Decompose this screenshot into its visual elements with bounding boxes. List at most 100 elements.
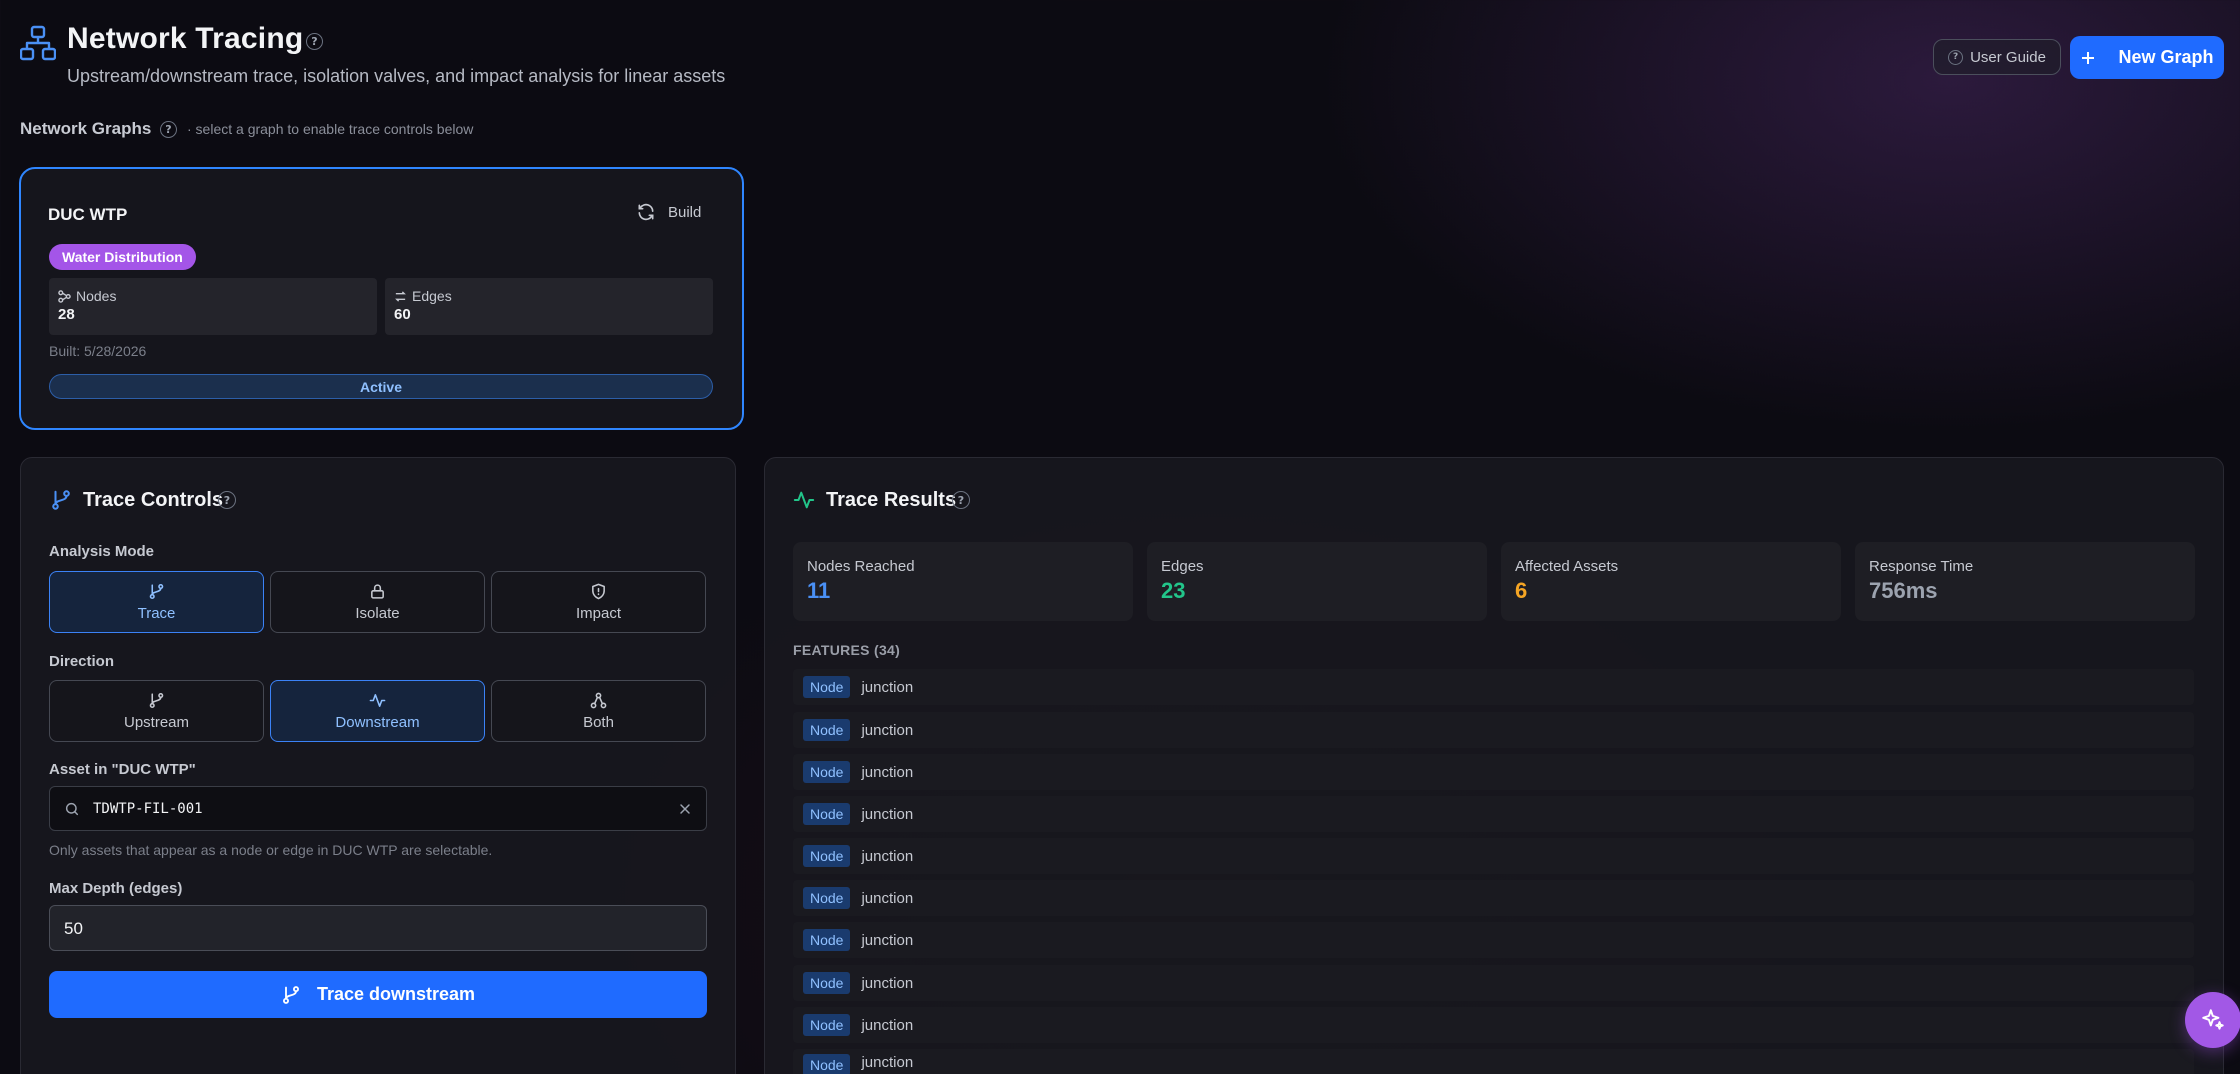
metric-value: 756ms — [1869, 578, 1938, 603]
nodes-value: 28 — [58, 306, 75, 323]
metric-nodes-reached: Nodes Reached 11 — [793, 542, 1133, 621]
lock-icon — [371, 583, 384, 599]
feature-row[interactable]: Node junction — [793, 880, 2194, 916]
feature-text: junction — [861, 763, 914, 781]
help-icon[interactable]: ? — [218, 491, 236, 509]
feature-text: junction — [861, 678, 914, 696]
help-icon[interactable]: ? — [952, 491, 970, 509]
node-tag: Node — [803, 929, 851, 951]
metric-value: 23 — [1161, 578, 1186, 603]
mode-impact-button[interactable]: Impact — [491, 571, 706, 633]
user-guide-button[interactable]: ? User Guide — [1933, 39, 2061, 75]
mode-isolate-button[interactable]: Isolate — [270, 571, 485, 633]
shield-icon — [592, 583, 605, 599]
trace-controls-title: Trace Controls — [83, 489, 224, 511]
direction-downstream-label: Downstream — [335, 713, 420, 731]
feature-text: junction — [861, 1016, 914, 1034]
feature-text: junction — [861, 931, 914, 949]
git-branch-icon — [282, 985, 299, 1004]
trace-downstream-label: Trace downstream — [316, 984, 476, 1004]
asset-hint: Only assets that appear as a node or edg… — [49, 842, 493, 858]
mode-isolate-label: Isolate — [355, 604, 400, 622]
metric-value: 6 — [1515, 578, 1528, 603]
trace-results-title: Trace Results — [826, 489, 957, 511]
help-icon[interactable]: ? — [306, 33, 323, 50]
feature-text: junction — [861, 805, 914, 823]
metric-label: Response Time — [1869, 558, 1974, 575]
feature-row[interactable]: Node junction — [793, 838, 2194, 874]
metric-response-time: Response Time 756ms — [1855, 542, 2195, 621]
activity-icon — [793, 491, 815, 509]
feature-text: junction — [861, 974, 914, 992]
edges-label: Edges — [412, 288, 452, 304]
feature-text: junction — [861, 847, 914, 865]
page-subtitle: Upstream/downstream trace, isolation val… — [67, 66, 726, 86]
metric-affected-assets: Affected Assets 6 — [1501, 542, 1841, 621]
node-tag: Node — [803, 845, 851, 867]
asset-value: TDWTP-FIL-001 — [93, 801, 203, 817]
feature-row[interactable]: Node junction — [793, 712, 2194, 748]
new-graph-button[interactable]: New Graph — [2070, 36, 2224, 79]
node-tag: Node — [803, 676, 851, 698]
feature-row[interactable]: Node junction — [793, 922, 2194, 958]
node-tag: Node — [803, 1014, 851, 1036]
nodes-label: Nodes — [76, 288, 117, 304]
nodes-stat: Nodes 28 — [49, 278, 377, 335]
clear-icon[interactable] — [677, 801, 693, 817]
git-branch-icon — [149, 692, 164, 708]
asset-search-input[interactable]: TDWTP-FIL-001 — [49, 786, 707, 831]
graph-name: DUC WTP — [48, 205, 128, 224]
network-graphs-hint: · select a graph to enable trace control… — [187, 121, 474, 137]
node-tag: Node — [803, 761, 851, 783]
feature-row[interactable]: Node junction — [793, 965, 2194, 1001]
feature-row[interactable]: Node junction — [793, 796, 2194, 832]
nodes-icon — [58, 289, 71, 303]
help-icon[interactable]: ? — [160, 121, 177, 138]
build-button[interactable]: Build — [636, 202, 701, 222]
direction-upstream-button[interactable]: Upstream — [49, 680, 264, 742]
feature-row[interactable]: Node junction — [793, 1049, 2194, 1074]
sparkles-icon — [2202, 1009, 2224, 1030]
help-icon: ? — [1948, 49, 1964, 65]
metric-label: Edges — [1161, 558, 1204, 575]
metric-label: Nodes Reached — [807, 558, 915, 575]
max-depth-label: Max Depth (edges) — [49, 880, 183, 897]
feature-text: junction — [861, 1054, 914, 1071]
direction-downstream-button[interactable]: Downstream — [270, 680, 485, 742]
mode-trace-label: Trace — [137, 604, 176, 622]
edges-stat: Edges 60 — [385, 278, 713, 335]
node-tag: Node — [803, 972, 851, 994]
metric-edges: Edges 23 — [1147, 542, 1487, 621]
node-tag: Node — [803, 887, 851, 909]
search-icon — [65, 802, 79, 816]
asset-label: Asset in "DUC WTP" — [49, 761, 196, 778]
user-guide-label: User Guide — [1970, 48, 2046, 66]
build-label: Build — [668, 203, 702, 221]
graph-type-badge: Water Distribution — [49, 244, 196, 270]
new-graph-label: New Graph — [2118, 47, 2214, 67]
feature-row[interactable]: Node junction — [793, 669, 2194, 705]
features-label: FEATURES (34) — [793, 642, 901, 658]
mode-trace-button[interactable]: Trace — [49, 571, 264, 633]
feature-row[interactable]: Node junction — [793, 1007, 2194, 1043]
git-branch-icon — [149, 583, 164, 599]
node-tag: Node — [803, 1054, 851, 1074]
activity-icon — [369, 693, 386, 707]
git-branch-icon — [52, 490, 70, 510]
edges-icon — [395, 290, 406, 302]
metric-label: Affected Assets — [1515, 558, 1619, 575]
trace-downstream-button[interactable]: Trace downstream — [49, 971, 707, 1018]
network-icon — [590, 692, 607, 708]
ai-assistant-button[interactable] — [2185, 992, 2240, 1048]
refresh-icon — [638, 203, 654, 221]
direction-both-button[interactable]: Both — [491, 680, 706, 742]
max-depth-input[interactable]: 50 — [49, 905, 707, 951]
feature-text: junction — [861, 889, 914, 907]
feature-row[interactable]: Node junction — [793, 754, 2194, 790]
built-date: Built: 5/28/2026 — [49, 343, 147, 359]
plus-icon — [2082, 51, 2095, 64]
max-depth-value: 50 — [64, 919, 83, 938]
direction-both-label: Both — [583, 713, 614, 731]
node-tag: Node — [803, 803, 851, 825]
direction-label: Direction — [49, 653, 115, 670]
